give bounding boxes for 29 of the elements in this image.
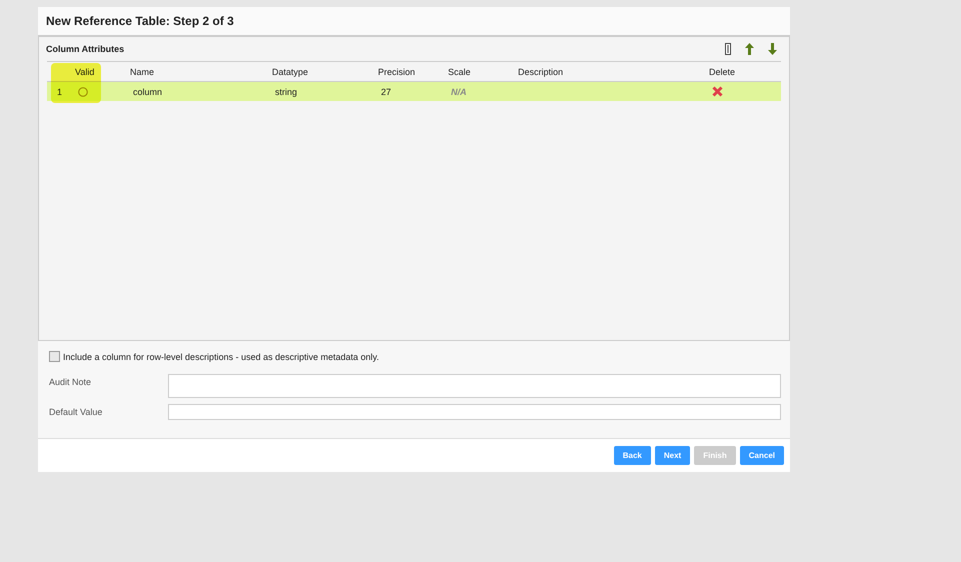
- delete-icon[interactable]: [712, 86, 723, 97]
- arrow-up-icon[interactable]: [745, 43, 754, 55]
- table-cell-text: column: [133, 86, 164, 96]
- panel-title: Column Attributes: [46, 44, 124, 54]
- table-cell-text: N/A: [451, 86, 468, 96]
- dialog-button[interactable]: Cancel: [740, 446, 784, 465]
- table-cell-text: string: [275, 86, 298, 96]
- column-header: Description: [518, 66, 564, 76]
- default-value-field[interactable]: [168, 404, 781, 420]
- column-header: Precision: [378, 66, 416, 76]
- arrow-down-icon[interactable]: [768, 43, 777, 55]
- dialog-button[interactable]: Back: [614, 446, 651, 465]
- row-number: 1: [56, 86, 64, 96]
- checkbox[interactable]: [49, 351, 60, 362]
- dialog-button[interactable]: Next: [654, 446, 690, 465]
- table-cell-text: 27: [381, 86, 392, 96]
- column-header: Valid: [75, 66, 96, 76]
- column-header: Name: [130, 66, 156, 76]
- table-row[interactable]: 1 column string 27 N/A: [47, 82, 781, 101]
- dialog-title: New Reference Table: Step 2 of 3: [46, 14, 234, 28]
- column-icon[interactable]: [725, 43, 731, 55]
- column-header: Scale: [448, 66, 472, 76]
- field-label: Audit Note: [49, 376, 92, 387]
- column-header: Datatype: [272, 66, 310, 76]
- field-label: Default Value: [49, 406, 104, 417]
- checkbox-label: Include a column for row-level descriptions - used as descriptive metadata only.: [63, 352, 379, 362]
- highlight-mark: [51, 63, 101, 103]
- column-header: Delete: [709, 66, 736, 76]
- audit-note-field[interactable]: [168, 374, 781, 398]
